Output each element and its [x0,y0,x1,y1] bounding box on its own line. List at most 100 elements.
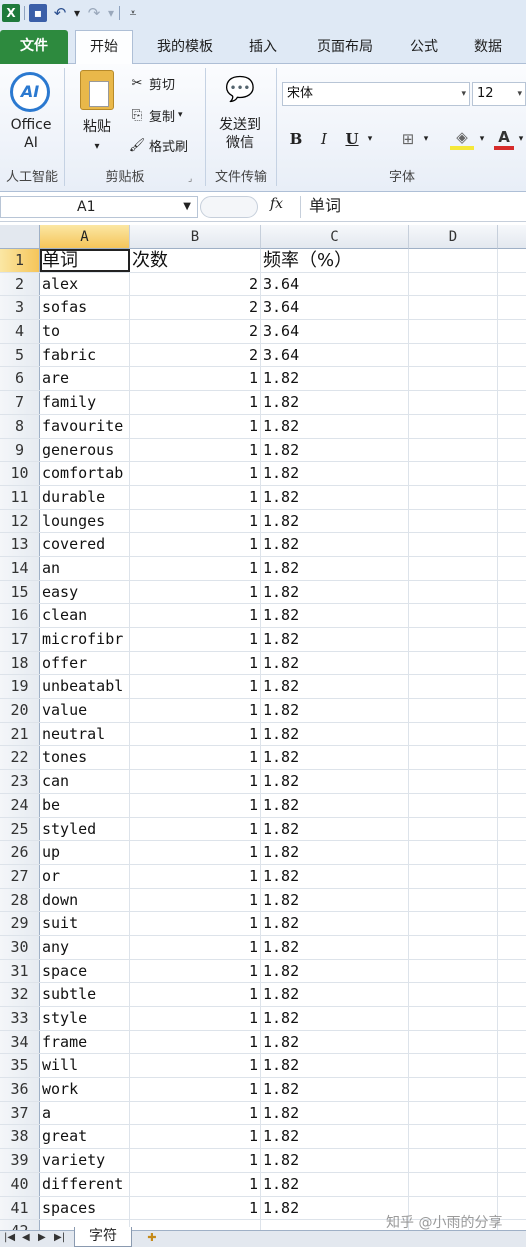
row-number[interactable]: 39 [0,1149,40,1172]
row-number[interactable]: 29 [0,912,40,935]
cell-d[interactable] [409,912,498,935]
cell-e[interactable] [498,367,526,390]
cell-e[interactable] [498,628,526,651]
cell-e[interactable] [498,415,526,438]
cell-e[interactable] [498,557,526,580]
row-number[interactable]: 4 [0,320,40,343]
cell-b[interactable]: 1 [130,1101,261,1125]
paste-button[interactable]: 粘贴 [74,118,120,136]
cell-a1[interactable]: 单词 [40,249,130,272]
cell-d[interactable] [409,817,498,841]
cell-d[interactable] [409,628,498,651]
cell-c[interactable]: 1.82 [261,1101,409,1125]
cell-e[interactable] [498,1007,526,1030]
cell-b[interactable]: 1 [130,556,261,580]
cell-b[interactable]: 1 [130,959,261,983]
cell-c[interactable]: 1.82 [261,699,409,722]
cell-e[interactable] [498,581,526,604]
cell-e[interactable] [498,889,526,912]
cell-d[interactable] [409,1149,498,1172]
cell-b[interactable]: 1 [130,1054,261,1078]
cell-e[interactable] [498,1173,526,1196]
cell-e[interactable] [498,1078,526,1101]
row-number[interactable]: 8 [0,414,40,438]
cell-c[interactable]: 1.82 [261,1149,409,1172]
cell-b[interactable]: 1 [130,888,261,912]
cell-d[interactable] [409,1101,498,1125]
cell-e[interactable] [498,912,526,935]
insert-sheet-icon[interactable]: ✚ [138,1231,166,1247]
cell-c[interactable]: 1.82 [261,485,409,509]
row-number[interactable]: 34 [0,1030,40,1054]
cell-d[interactable] [409,438,498,462]
row-number[interactable]: 21 [0,722,40,746]
cell-e[interactable] [498,462,526,485]
cell-c[interactable]: 3.64 [261,272,409,296]
cell-e[interactable] [498,746,526,769]
cell-d[interactable] [409,722,498,746]
cell-c[interactable]: 1.82 [261,533,409,556]
cell-b[interactable]: 1 [130,1172,261,1196]
cell-a[interactable]: alex [40,272,130,296]
cell-d[interactable] [409,959,498,983]
cell-b[interactable]: 1 [130,1078,261,1101]
cell-d[interactable] [409,1054,498,1078]
cell-d[interactable] [409,272,498,296]
cell-b[interactable]: 1 [130,533,261,556]
save-icon[interactable]: ▪ [29,4,47,22]
cell-a[interactable]: be [40,793,130,817]
cell-d[interactable] [409,935,498,959]
cell-a[interactable]: spaces [40,1196,130,1220]
cell-b[interactable]: 1 [130,580,261,604]
cell-b[interactable]: 1 [130,841,261,864]
cell-a[interactable]: variety [40,1149,130,1172]
prev-sheet-icon[interactable]: ◀ [22,1232,30,1243]
row-number[interactable]: 32 [0,983,40,1006]
cell-d[interactable] [409,509,498,533]
cell-d[interactable] [409,1007,498,1030]
cell-e[interactable] [498,320,526,343]
cell-d[interactable] [409,533,498,556]
border-dropdown-icon[interactable]: ▾ [420,126,432,152]
row-number[interactable]: 22 [0,746,40,770]
cell-d[interactable] [409,888,498,912]
border-icon[interactable]: ⊞ [396,126,420,152]
cell-c[interactable]: 1.82 [261,604,409,627]
cell-e[interactable] [498,818,526,841]
column-header-b[interactable]: B [130,225,261,249]
font-color-button[interactable]: A [494,126,514,150]
cell-c[interactable]: 1.82 [261,722,409,746]
cell-e[interactable] [498,1054,526,1077]
cell-c[interactable]: 1.82 [261,864,409,888]
tab-file[interactable]: 文件 [0,30,68,64]
cell-c[interactable]: 1.82 [261,628,409,651]
cell-c[interactable]: 1.82 [261,793,409,817]
cell-d[interactable] [409,1125,498,1149]
tab-data[interactable]: 数据 [462,32,514,64]
row-number[interactable]: 2 [0,272,40,296]
cell-a[interactable]: or [40,864,130,888]
cell-c1[interactable]: 频率（%） [261,249,409,272]
cell-c[interactable]: 1.82 [261,1125,409,1149]
cell-d[interactable] [409,580,498,604]
row-number[interactable]: 41 [0,1196,40,1220]
cell-a[interactable]: style [40,1007,130,1030]
fill-dropdown-icon[interactable]: ▾ [476,126,488,152]
undo-dropdown-icon[interactable]: ▾ [73,4,81,22]
cell-a[interactable]: to [40,320,130,343]
cell-d[interactable] [409,391,498,414]
cell-c[interactable]: 1.82 [261,509,409,533]
underline-dropdown-icon[interactable]: ▾ [364,126,376,152]
cell-b[interactable]: 2 [130,343,261,367]
row-number[interactable]: 16 [0,604,40,627]
cell-c[interactable]: 1.82 [261,1054,409,1078]
cell-c[interactable]: 1.82 [261,391,409,414]
cell-b[interactable]: 1 [130,509,261,533]
row-number[interactable]: 11 [0,485,40,509]
cell-a[interactable]: comfortab [40,462,130,485]
cell-b[interactable]: 2 [130,272,261,296]
column-header-c[interactable]: C [261,225,409,249]
cell-d[interactable] [409,770,498,793]
tab-formulas[interactable]: 公式 [398,32,450,64]
cell-b[interactable]: 1 [130,604,261,627]
